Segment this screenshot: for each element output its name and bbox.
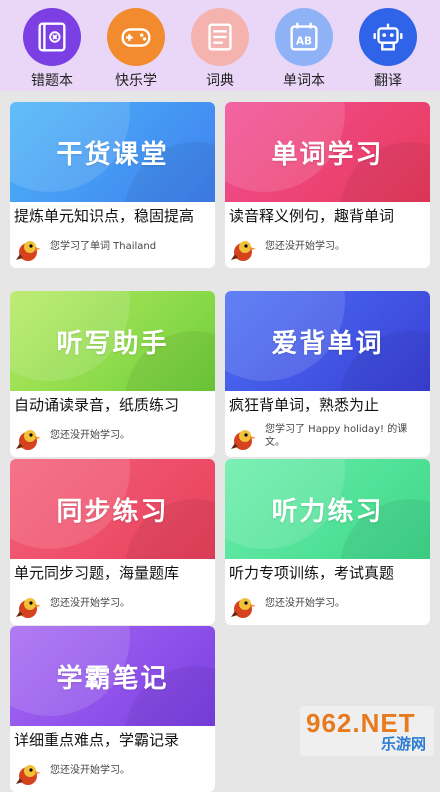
card-listening-practice[interactable]: 听力练习 听力专项训练，考试真题 您还没开始学习。 [225,459,430,625]
bird-mascot-icon [231,430,256,450]
learning-progress-text: 您还没开始学习。 [50,598,130,609]
card-description: 单元同步习题，海量题库 [14,564,180,582]
card-sync-practice[interactable]: 同步练习 单元同步习题，海量题库 您还没开始学习。 [10,459,215,625]
card-title: 干货课堂 [56,139,169,170]
nav-label: 翻译 [374,73,402,89]
nav-label: 单词本 [283,73,325,89]
nav-item-translate[interactable]: 翻译 [348,8,428,89]
bird-mascot-icon [231,241,256,261]
card-title: 单词学习 [271,139,384,170]
learning-progress-text: 您还没开始学习。 [50,765,130,776]
calendar-ab-icon: AB [275,8,333,66]
card-title: 学霸笔记 [56,663,169,694]
learning-progress-text: 您还没开始学习。 [50,430,130,441]
card-banner: 学霸笔记 [10,626,215,726]
nav-label: 词典 [206,73,234,89]
bird-mascot-icon [16,598,41,618]
card-footer: 您学习了 Happy holiday! 的课文。 [229,423,429,453]
learning-progress-text: 您还没开始学习。 [265,598,345,609]
nav-item-word-book[interactable]: AB 单词本 [264,8,344,89]
card-description: 读音释义例句，趣背单词 [229,207,395,225]
card-banner: 听写助手 [10,291,215,391]
learning-progress-text: 您学习了单词 Thailand [50,241,157,252]
card-banner: 听力练习 [225,459,430,559]
card-description: 听力专项训练，考试真题 [229,564,395,582]
top-nav-bar: 错题本 快乐学 词典 AB 单词本 翻译 [0,0,440,91]
learning-progress-text: 您还没开始学习。 [265,241,345,252]
svg-text:AB: AB [296,36,312,48]
dictionary-book-icon [191,8,249,66]
bird-mascot-icon [16,765,41,785]
nav-label: 快乐学 [115,73,157,89]
card-banner: 单词学习 [225,102,430,202]
card-dry-goods-class[interactable]: 干货课堂 提炼单元知识点，稳固提高 您学习了单词 Thailand [10,102,215,268]
gamepad-icon [107,8,165,66]
card-description: 详细重点难点，学霸记录 [14,731,180,749]
robot-icon [359,8,417,66]
watermark-sub-text: 乐游网 [380,735,426,753]
nav-item-dictionary[interactable]: 词典 [180,8,260,89]
card-footer: 您学习了单词 Thailand [14,234,214,264]
card-description: 自动诵读录音，纸质练习 [14,396,180,414]
nav-item-wrong-answers[interactable]: 错题本 [12,8,92,89]
card-love-memorizing-words[interactable]: 爱背单词 疯狂背单词，熟悉为止 您学习了 Happy holiday! 的课文。 [225,291,430,457]
card-description: 提炼单元知识点，稳固提高 [14,207,195,225]
notebook-x-icon [23,8,81,66]
card-footer: 您还没开始学习。 [229,234,429,264]
card-footer: 您还没开始学习。 [14,423,214,453]
nav-label: 错题本 [31,73,73,89]
card-title: 听写助手 [56,328,169,359]
card-description: 疯狂背单词，熟悉为止 [229,396,380,414]
card-banner: 同步练习 [10,459,215,559]
bird-mascot-icon [16,430,41,450]
card-banner: 干货课堂 [10,102,215,202]
card-dictation-assistant[interactable]: 听写助手 自动诵读录音，纸质练习 您还没开始学习。 [10,291,215,457]
card-footer: 您还没开始学习。 [229,591,429,621]
card-footer: 您还没开始学习。 [14,758,214,788]
bird-mascot-icon [231,598,256,618]
bird-mascot-icon [16,241,41,261]
learning-progress-text: 您学习了 Happy holiday! 的课文。 [265,424,408,448]
card-title: 同步练习 [56,496,169,527]
card-footer: 您还没开始学习。 [14,591,214,621]
card-banner: 爱背单词 [225,291,430,391]
nav-item-fun-learning[interactable]: 快乐学 [96,8,176,89]
card-word-learning[interactable]: 单词学习 读音释义例句，趣背单词 您还没开始学习。 [225,102,430,268]
card-title: 爱背单词 [271,328,384,359]
card-top-student-notes[interactable]: 学霸笔记 详细重点难点，学霸记录 您还没开始学习。 [10,626,215,792]
card-title: 听力练习 [271,496,384,527]
site-watermark: 962.NET 乐游网 [300,706,434,756]
